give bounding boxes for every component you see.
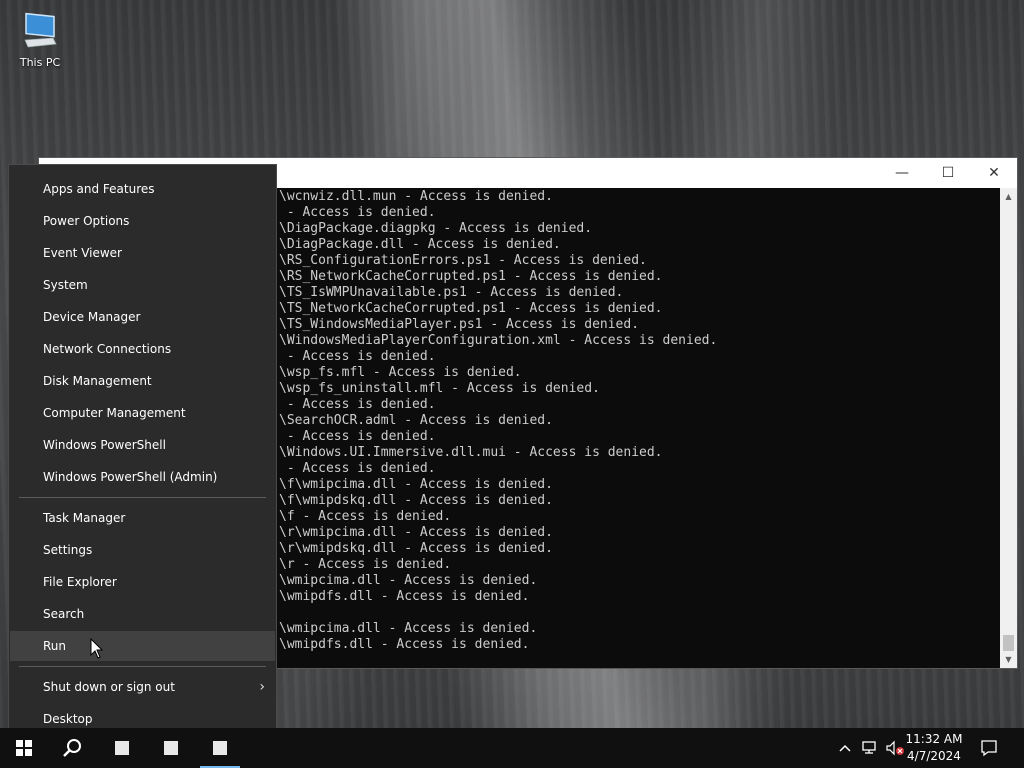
menu-item-apps-and-features[interactable]: Apps and Features — [10, 174, 275, 204]
menu-item-label: Disk Management — [43, 374, 152, 388]
menu-item-system[interactable]: System — [10, 270, 275, 300]
close-button[interactable]: ✕ — [971, 158, 1017, 188]
console-line: - Access is denied. — [279, 429, 436, 444]
console-line: \TS_NetworkCacheCorrupted.ps1 - Access i… — [279, 301, 663, 316]
console-line: \wsp_fs.mfl - Access is denied. — [279, 365, 522, 380]
console-line: \WindowsMediaPlayerConfiguration.xml - A… — [279, 333, 718, 348]
app-icon[interactable] — [147, 728, 195, 768]
console-line: \r\wmipcima.dll - Access is denied. — [279, 525, 553, 540]
menu-item-label: Windows PowerShell (Admin) — [43, 470, 218, 484]
console-line: \DiagPackage.diagpkg - Access is denied. — [279, 221, 593, 236]
console-line: \wsp_fs_uninstall.mfl - Access is denied… — [279, 381, 600, 396]
console-line: \RS_NetworkCacheCorrupted.ps1 - Access i… — [279, 269, 663, 284]
console-line: - Access is denied. — [279, 397, 436, 412]
scroll-thumb[interactable] — [1003, 635, 1014, 651]
console-line: \TS_IsWMPUnavailable.ps1 - Access is den… — [279, 285, 624, 300]
action-center-icon[interactable] — [980, 728, 1002, 768]
search-icon[interactable] — [48, 728, 96, 768]
chevron-up-icon[interactable] — [838, 728, 854, 768]
scroll-up-arrow-icon[interactable]: ▲ — [1000, 188, 1017, 205]
windows-start-icon[interactable] — [0, 728, 48, 768]
menu-separator — [19, 666, 266, 667]
console-line: \DiagPackage.dll - Access is denied. — [279, 237, 561, 252]
menu-item-label: Device Manager — [43, 310, 141, 324]
menu-item-label: File Explorer — [43, 575, 117, 589]
menu-item-label: Power Options — [43, 214, 130, 228]
menu-item-label: Search — [43, 607, 85, 621]
console-line: \wcnwiz.dll.mun - Access is denied. — [279, 189, 553, 204]
console-line: \wmipdfs.dll - Access is denied. — [279, 589, 530, 604]
menu-item-label: Apps and Features — [43, 182, 155, 196]
console-line: \r\wmipdskq.dll - Access is denied. — [279, 541, 553, 556]
menu-item-label: Windows PowerShell — [43, 438, 166, 452]
minimize-button[interactable]: — — [879, 158, 925, 188]
menu-item-computer-management[interactable]: Computer Management — [10, 398, 275, 428]
console-line: \wmipcima.dll - Access is denied. — [279, 573, 538, 588]
console-line: - Access is denied. — [279, 349, 436, 364]
taskbar-clock[interactable]: 11:32 AM 4/7/2024 — [902, 731, 966, 765]
mouse-pointer-icon — [90, 637, 104, 664]
clock-time: 11:32 AM — [905, 732, 963, 746]
desktop-icon-label: This PC — [19, 56, 61, 69]
menu-item-device-manager[interactable]: Device Manager — [10, 302, 275, 332]
app-icon[interactable] — [98, 728, 146, 768]
menu-item-network-connections[interactable]: Network Connections — [10, 334, 275, 364]
menu-separator — [19, 497, 266, 498]
taskbar: 11:32 AM 4/7/2024 — [0, 728, 1024, 768]
menu-item-settings[interactable]: Settings — [10, 535, 275, 565]
menu-item-task-manager[interactable]: Task Manager — [10, 503, 275, 533]
winx-context-menu: Apps and Features Power Options Event View… — [8, 164, 277, 743]
menu-item-label: System — [43, 278, 88, 292]
menu-item-run[interactable]: Run — [10, 631, 275, 661]
menu-item-label: Network Connections — [43, 342, 172, 356]
console-line: \f - Access is denied. — [279, 509, 452, 524]
console-line: \f\wmipdskq.dll - Access is denied. — [279, 493, 553, 508]
console-scrollbar[interactable]: ▲ ▼ — [1000, 188, 1017, 668]
this-pc-icon — [20, 10, 60, 50]
clock-date: 4/7/2024 — [907, 749, 961, 763]
menu-item-label: Task Manager — [43, 511, 126, 525]
menu-item-file-explorer[interactable]: File Explorer — [10, 567, 275, 597]
console-line: \Windows.UI.Immersive.dll.mui - Access i… — [279, 445, 663, 460]
console-line: \TS_WindowsMediaPlayer.ps1 - Access is d… — [279, 317, 640, 332]
menu-item-label: Desktop — [43, 712, 93, 726]
console-line: \r - Access is denied. — [279, 557, 452, 572]
console-line: \wmipcima.dll - Access is denied. — [279, 621, 538, 636]
menu-item-search[interactable]: Search — [10, 599, 275, 629]
desktop-icon-this-pc[interactable]: This PC — [12, 10, 68, 69]
maximize-button[interactable]: ☐ — [925, 158, 971, 188]
menu-item-label: Run — [43, 639, 67, 653]
console-line: - Access is denied. — [279, 205, 436, 220]
app-icon[interactable] — [196, 728, 244, 768]
menu-item-label: Computer Management — [43, 406, 186, 420]
console-line: \f\wmipcima.dll - Access is denied. — [279, 477, 553, 492]
menu-item-label: Shut down or sign out — [43, 680, 175, 694]
menu-item-power-options[interactable]: Power Options — [10, 206, 275, 236]
console-line: - Access is denied. — [279, 461, 436, 476]
menu-item-event-viewer[interactable]: Event Viewer — [10, 238, 275, 268]
console-line: \wmipdfs.dll - Access is denied. — [279, 637, 530, 652]
console-line: \RS_ConfigurationErrors.ps1 - Access is … — [279, 253, 647, 268]
menu-item-label: Settings — [43, 543, 93, 557]
menu-item-label: Event Viewer — [43, 246, 122, 260]
chevron-right-icon: › — [259, 679, 265, 695]
menu-item-windows-powershell[interactable]: Windows PowerShell — [10, 430, 275, 460]
menu-item-windows-powershell-admin[interactable]: Windows PowerShell (Admin) — [10, 462, 275, 492]
scroll-down-arrow-icon[interactable]: ▼ — [1000, 651, 1017, 668]
network-icon[interactable] — [862, 728, 880, 768]
console-line: \SearchOCR.adml - Access is denied. — [279, 413, 553, 428]
menu-item-disk-management[interactable]: Disk Management — [10, 366, 275, 396]
menu-item-shut-down-or-sign-out[interactable]: Shut down or sign out › — [10, 672, 275, 702]
